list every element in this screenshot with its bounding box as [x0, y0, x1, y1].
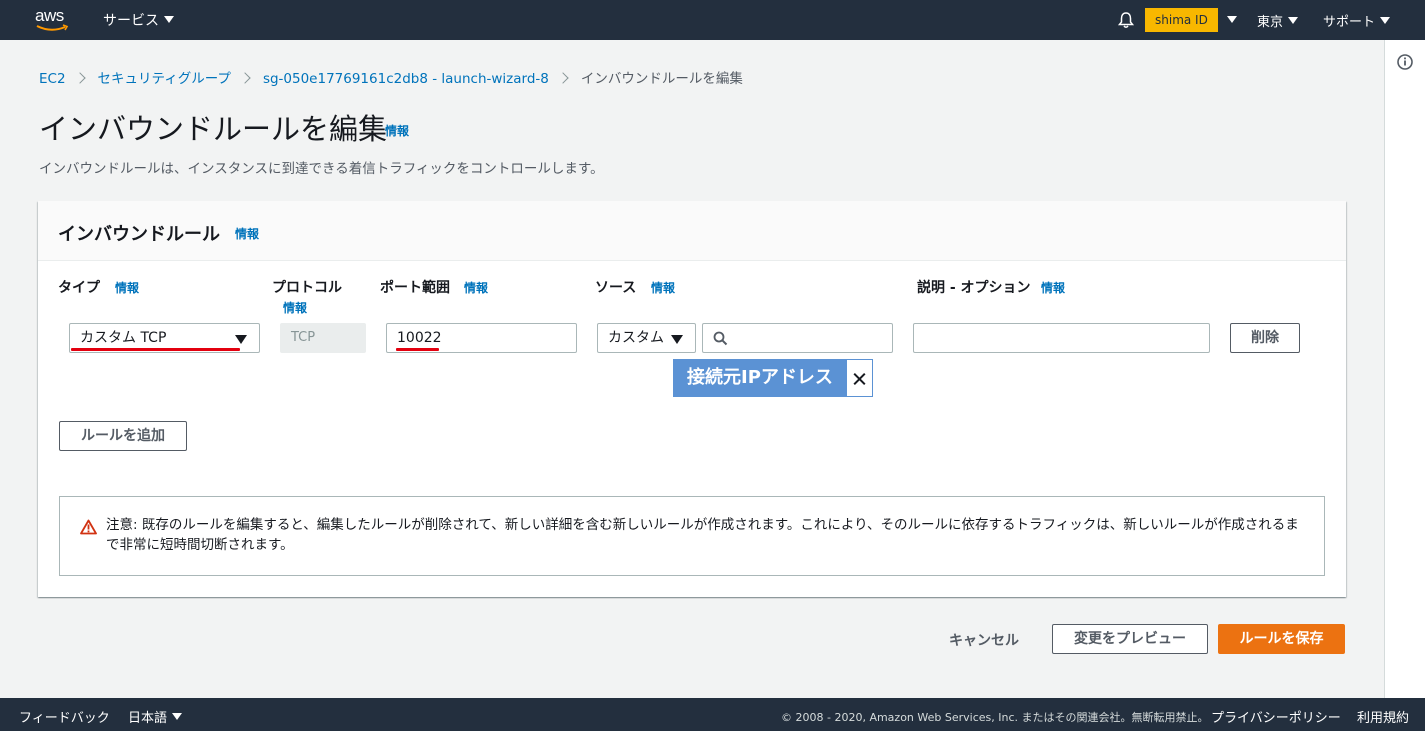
- description-info-link[interactable]: 情報: [1041, 279, 1065, 296]
- warning-icon: [80, 519, 97, 535]
- info-circle-icon[interactable]: [1396, 53, 1414, 71]
- breadcrumb-security-groups[interactable]: セキュリティグループ: [98, 71, 231, 87]
- type-info-link[interactable]: 情報: [115, 279, 139, 296]
- region-label: 東京: [1257, 15, 1284, 30]
- chevron-down-icon: [1288, 17, 1299, 24]
- support-label: サポート: [1323, 15, 1376, 30]
- column-source-label: ソース: [595, 280, 637, 296]
- services-label: サービス: [103, 13, 159, 29]
- save-rules-button[interactable]: ルールを保存: [1218, 624, 1345, 654]
- column-port-range-label: ポート範囲: [380, 280, 450, 296]
- dropdown-caret-icon: [235, 335, 247, 344]
- annotation-tag-label: 接続元IPアドレス: [673, 359, 847, 397]
- type-highlight-underline: [71, 348, 240, 351]
- port-range-info-link[interactable]: 情報: [464, 279, 488, 296]
- language-label: 日本語: [128, 711, 168, 726]
- terms-link[interactable]: 利用規約: [1357, 707, 1409, 726]
- port-highlight-underline: [396, 348, 439, 351]
- dropdown-caret-icon: [671, 335, 683, 344]
- account-chevron-down-icon[interactable]: [1227, 16, 1237, 23]
- add-rule-button[interactable]: ルールを追加: [59, 421, 187, 451]
- description-input[interactable]: [913, 323, 1210, 353]
- protocol-info-link[interactable]: 情報: [283, 299, 307, 316]
- breadcrumb-current: インバウンドルールを編集: [580, 71, 743, 87]
- chevron-right-icon: [73, 72, 86, 84]
- source-type-select[interactable]: カスタム: [597, 323, 696, 353]
- inbound-rules-panel: インバウンドルール 情報 タイプ 情報 プロトコル 情報 ポート範囲 情報 ソー…: [38, 201, 1346, 597]
- source-search-input[interactable]: [702, 323, 893, 353]
- privacy-policy-link[interactable]: プライバシーポリシー: [1211, 707, 1341, 726]
- cancel-button[interactable]: キャンセル: [949, 630, 1019, 650]
- chevron-right-icon: [557, 72, 569, 84]
- chevron-down-icon: [172, 713, 183, 720]
- panel-title: インバウンドルール: [58, 224, 220, 245]
- page-info-link[interactable]: 情報: [385, 122, 409, 139]
- top-navigation: aws サービス shima ID 東京 サポート: [0, 0, 1425, 40]
- footer: フィードバック 日本語 © 2008 - 2020, Amazon Web Se…: [0, 698, 1425, 731]
- type-select-value: カスタム TCP: [80, 330, 167, 346]
- warning-alert: 注意: 既存のルールを編集すると、編集したルールが削除されて、新しい詳細を含む新…: [59, 496, 1325, 576]
- column-protocol-label: プロトコル: [272, 280, 342, 296]
- delete-rule-button[interactable]: 削除: [1230, 323, 1300, 353]
- aws-logo[interactable]: aws: [35, 6, 71, 32]
- breadcrumb-ec2[interactable]: EC2: [39, 71, 66, 87]
- source-type-value: カスタム: [608, 330, 664, 346]
- chevron-down-icon: [164, 16, 174, 23]
- page-description: インバウンドルールは、インスタンスに到達できる着信トラフィックをコントロールしま…: [39, 161, 604, 177]
- breadcrumb: EC2 セキュリティグループ sg-050e17769161c2db8 - laun…: [39, 67, 743, 87]
- close-icon[interactable]: [846, 359, 873, 397]
- protocol-field: TCP: [280, 323, 366, 353]
- chevron-down-icon: [1380, 17, 1391, 24]
- warning-text: 注意: 既存のルールを編集すると、編集したルールが削除されて、新しい詳細を含む新…: [106, 517, 1299, 553]
- account-badge[interactable]: shima ID: [1145, 8, 1218, 32]
- source-annotation-tag: 接続元IPアドレス: [673, 359, 873, 397]
- logo-smile-icon: [36, 24, 69, 31]
- breadcrumb-security-group[interactable]: sg-050e17769161c2db8 - launch-wizard-8: [263, 71, 549, 87]
- support-menu[interactable]: サポート: [1323, 11, 1391, 30]
- panel-info-link[interactable]: 情報: [235, 225, 259, 242]
- search-icon: [713, 331, 728, 346]
- region-menu[interactable]: 東京: [1257, 11, 1299, 30]
- services-menu[interactable]: サービス: [103, 10, 174, 30]
- page-title: インバウンドルールを編集: [39, 112, 388, 146]
- chevron-right-icon: [239, 72, 251, 84]
- preview-changes-button[interactable]: 変更をプレビュー: [1052, 624, 1208, 654]
- column-type-label: タイプ: [58, 280, 100, 296]
- language-selector[interactable]: 日本語: [128, 707, 183, 726]
- help-panel-rail: [1384, 40, 1425, 698]
- copyright-text: © 2008 - 2020, Amazon Web Services, Inc.…: [781, 711, 1209, 724]
- column-description-label: 説明 - オプション: [917, 280, 1031, 296]
- source-info-link[interactable]: 情報: [651, 279, 675, 296]
- bell-icon[interactable]: [1117, 11, 1135, 29]
- panel-header: インバウンドルール 情報: [38, 201, 1346, 261]
- logo-text: aws: [35, 6, 64, 25]
- feedback-link[interactable]: フィードバック: [19, 707, 110, 726]
